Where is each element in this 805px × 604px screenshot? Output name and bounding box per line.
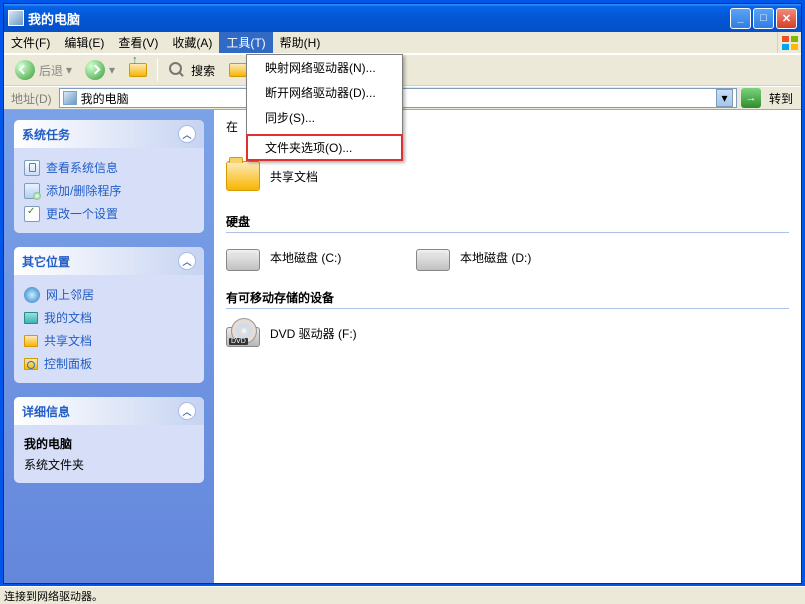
menu-help[interactable]: 帮助(H) (273, 32, 328, 53)
setting-icon (24, 206, 40, 222)
window-title: 我的电脑 (28, 9, 730, 28)
windows-flag-icon (777, 32, 801, 53)
maximize-button[interactable]: □ (753, 8, 774, 29)
sidebar-item-shared-documents[interactable]: 共享文档 (24, 329, 194, 352)
computer-icon (63, 91, 77, 105)
panel-header[interactable]: 详细信息 ︿ (14, 397, 204, 425)
hard-disk-icon (416, 249, 450, 271)
menu-favorites[interactable]: 收藏(A) (165, 32, 219, 53)
panel-other-places: 其它位置 ︿ 网上邻居 我的文档 共享文档 控制面板 (14, 247, 204, 383)
collapse-icon[interactable]: ︿ (178, 402, 196, 420)
details-name: 我的电脑 (24, 433, 194, 454)
go-button[interactable]: → (741, 88, 761, 108)
address-dropdown-button[interactable]: ▾ (716, 89, 733, 107)
search-icon (169, 62, 185, 78)
item-disk-c[interactable]: 本地磁盘 (C:) (226, 243, 376, 271)
sidebar-item-change-setting[interactable]: 更改一个设置 (24, 202, 194, 225)
details-type: 系统文件夹 (24, 454, 194, 475)
sidebar-item-my-documents[interactable]: 我的文档 (24, 306, 194, 329)
back-label: 后退 (39, 62, 63, 79)
documents-icon (24, 312, 38, 324)
menu-file[interactable]: 文件(F) (4, 32, 57, 53)
chevron-down-icon: ▾ (66, 63, 72, 77)
content-area: 系统任务 ︿ 查看系统信息 添加/删除程序 更改一个设置 其它位置 ︿ 网上邻居… (4, 110, 801, 583)
up-button[interactable] (123, 57, 153, 83)
statusbar: 连接到网络驱动器。 (0, 586, 805, 604)
chevron-down-icon: ▾ (109, 63, 115, 77)
back-arrow-icon (15, 60, 35, 80)
menu-separator (249, 132, 400, 133)
panel-header[interactable]: 系统任务 ︿ (14, 120, 204, 148)
folders-icon (229, 63, 247, 77)
collapse-icon[interactable]: ︿ (178, 125, 196, 143)
status-text: 连接到网络驱动器。 (4, 588, 103, 604)
control-panel-icon (24, 358, 38, 370)
forward-arrow-icon (85, 60, 105, 80)
sidebar-item-view-sysinfo[interactable]: 查看系统信息 (24, 156, 194, 179)
panel-system-tasks: 系统任务 ︿ 查看系统信息 添加/删除程序 更改一个设置 (14, 120, 204, 233)
tools-dropdown-menu: 映射网络驱动器(N)... 断开网络驱动器(D)... 同步(S)... 文件夹… (246, 54, 403, 161)
main-panel: 在 共享文档 硬盘 本地磁盘 (C:) 本地磁盘 (D:) (214, 110, 801, 583)
item-label: 本地磁盘 (D:) (460, 249, 531, 266)
menu-edit[interactable]: 编辑(E) (57, 32, 111, 53)
titlebar[interactable]: 我的电脑 _ □ ✕ (4, 4, 801, 32)
menuitem-disconnect-network-drive[interactable]: 断开网络驱动器(D)... (247, 80, 402, 105)
item-shared-documents[interactable]: 共享文档 (226, 161, 376, 191)
sidebar-item-network-places[interactable]: 网上邻居 (24, 283, 194, 306)
dvd-drive-icon (226, 327, 260, 347)
section-hard-disks: 硬盘 (226, 213, 789, 233)
folder-up-icon (129, 63, 147, 77)
address-value: 我的电脑 (81, 90, 129, 107)
minimize-button[interactable]: _ (730, 8, 751, 29)
go-label: 转到 (765, 90, 797, 107)
sidebar-item-add-remove-programs[interactable]: 添加/删除程序 (24, 179, 194, 202)
back-button[interactable]: 后退 ▾ (10, 57, 76, 83)
program-icon (24, 183, 40, 199)
panel-details: 详细信息 ︿ 我的电脑 系统文件夹 (14, 397, 204, 483)
menuitem-folder-options[interactable]: 文件夹选项(O)... (247, 135, 402, 160)
info-icon (24, 160, 40, 176)
sidebar: 系统任务 ︿ 查看系统信息 添加/删除程序 更改一个设置 其它位置 ︿ 网上邻居… (4, 110, 214, 583)
network-icon (24, 287, 40, 303)
collapse-icon[interactable]: ︿ (178, 252, 196, 270)
menuitem-synchronize[interactable]: 同步(S)... (247, 105, 402, 130)
separator (157, 59, 158, 81)
address-label: 地址(D) (8, 90, 55, 107)
forward-button[interactable]: ▾ (80, 57, 119, 83)
item-label: 本地磁盘 (C:) (270, 249, 341, 266)
item-disk-d[interactable]: 本地磁盘 (D:) (416, 243, 566, 271)
item-label: DVD 驱动器 (F:) (270, 325, 357, 342)
window-icon (8, 10, 24, 26)
search-label: 搜索 (191, 62, 215, 79)
menuitem-map-network-drive[interactable]: 映射网络驱动器(N)... (247, 55, 402, 80)
search-button[interactable]: 搜索 (162, 57, 219, 83)
shared-folder-icon (24, 335, 38, 347)
panel-header[interactable]: 其它位置 ︿ (14, 247, 204, 275)
sidebar-item-control-panel[interactable]: 控制面板 (24, 352, 194, 375)
menubar: 文件(F) 编辑(E) 查看(V) 收藏(A) 工具(T) 帮助(H) (4, 32, 801, 54)
close-button[interactable]: ✕ (776, 8, 797, 29)
menu-view[interactable]: 查看(V) (111, 32, 165, 53)
folder-icon (226, 161, 260, 191)
section-removable: 有可移动存储的设备 (226, 289, 789, 309)
panel-title: 其它位置 (22, 253, 70, 270)
menu-tools[interactable]: 工具(T) (219, 32, 272, 53)
hard-disk-icon (226, 249, 260, 271)
item-label: 共享文档 (270, 168, 318, 185)
panel-title: 系统任务 (22, 126, 70, 143)
item-dvd-drive[interactable]: DVD 驱动器 (F:) (226, 319, 376, 347)
panel-title: 详细信息 (22, 403, 70, 420)
